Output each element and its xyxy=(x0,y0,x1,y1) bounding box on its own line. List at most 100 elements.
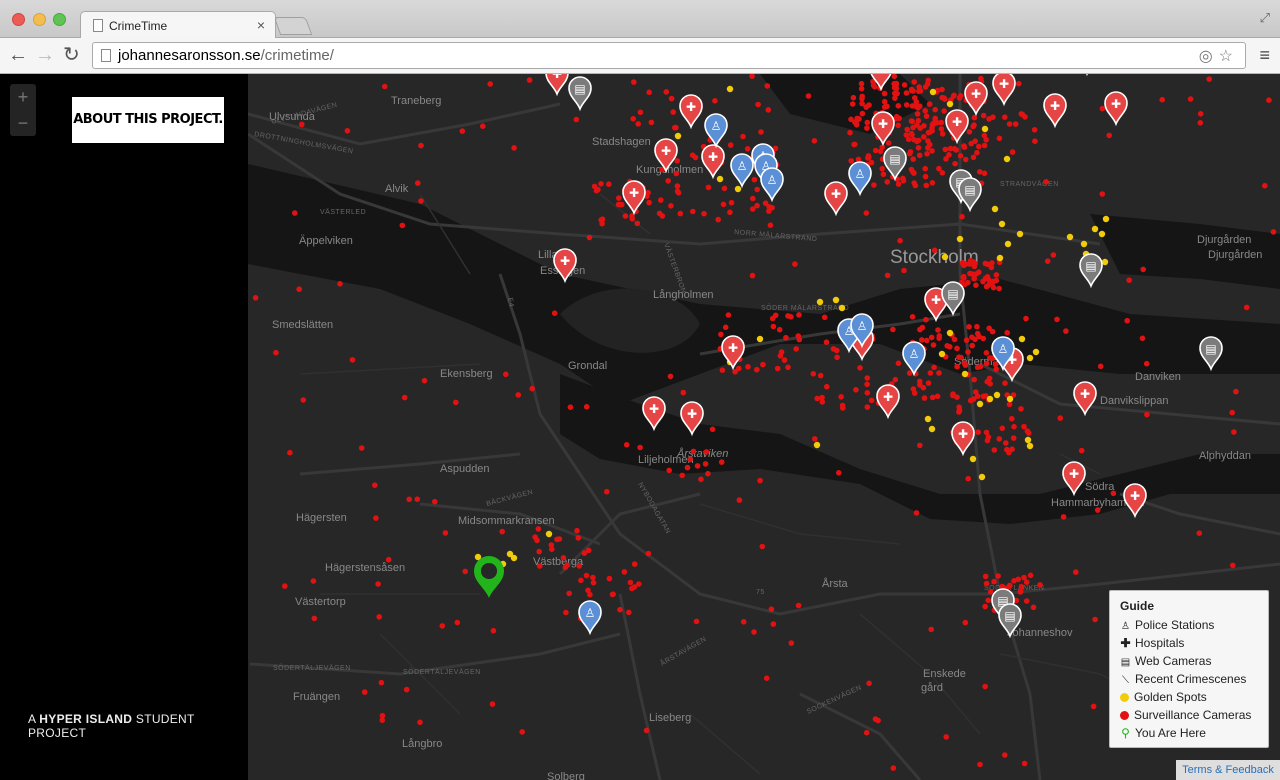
zoom-in-button[interactable]: + xyxy=(10,84,36,110)
surveillance-camera-dot xyxy=(459,128,466,134)
back-icon[interactable]: ← xyxy=(8,44,28,66)
surveillance-camera-dot xyxy=(765,107,772,113)
surveillance-camera-dot xyxy=(991,578,997,585)
surveillance-camera-dot xyxy=(942,146,949,153)
surveillance-camera-dot xyxy=(1044,258,1051,264)
surveillance-camera-dot xyxy=(705,470,711,477)
surveillance-camera-dot xyxy=(462,568,469,575)
surveillance-camera-dot xyxy=(961,262,967,269)
surveillance-camera-dot xyxy=(252,295,259,301)
surveillance-camera-dot xyxy=(924,337,930,344)
svg-text:Södra: Södra xyxy=(1085,481,1115,493)
new-tab-button[interactable] xyxy=(273,17,313,35)
surveillance-camera-dot xyxy=(972,336,978,343)
surveillance-camera-dot xyxy=(551,310,558,316)
sidebar: + − ABOUT THIS PROJECT. A HYPER ISLAND S… xyxy=(0,74,248,780)
surveillance-camera-dot xyxy=(617,606,623,613)
surveillance-camera-dot xyxy=(934,393,941,400)
surveillance-camera-dot xyxy=(793,346,799,352)
surveillance-camera-dot xyxy=(1187,96,1194,102)
surveillance-camera-dot xyxy=(929,394,936,401)
address-bar[interactable]: johannesaronsson.se/crimetime/ ◎☆ xyxy=(92,42,1246,69)
surveillance-camera-dot xyxy=(921,134,927,140)
surveillance-camera-dot xyxy=(864,381,870,388)
golden-spot-dot xyxy=(929,88,937,96)
about-project-button[interactable]: ABOUT THIS PROJECT. xyxy=(72,97,224,143)
surveillance-camera-dot xyxy=(895,103,902,109)
golden-spot-dot xyxy=(1004,240,1012,248)
browser-toolbar: ← → ↻ johannesaronsson.se/crimetime/ ◎☆ … xyxy=(0,38,1280,74)
surveillance-camera-dot xyxy=(648,119,655,126)
surveillance-camera-dot xyxy=(515,392,522,398)
surveillance-camera-dot xyxy=(859,110,866,117)
menu-icon[interactable]: ≡ xyxy=(1259,45,1270,66)
svg-text:▤: ▤ xyxy=(574,82,585,96)
surveillance-camera-dot xyxy=(795,602,802,609)
surveillance-camera-dot xyxy=(349,357,356,363)
surveillance-camera-dot xyxy=(927,129,933,135)
surveillance-camera-dot xyxy=(864,375,870,381)
surveillance-camera-dot xyxy=(951,336,958,343)
svg-text:Hägerstensåsen: Hägerstensåsen xyxy=(325,562,405,574)
browser-tab[interactable]: CrimeTime × xyxy=(80,11,276,39)
golden-spot-dot xyxy=(961,370,969,378)
surveillance-camera-dot xyxy=(996,436,1003,442)
url-text[interactable]: johannesaronsson.se/crimetime/ xyxy=(118,47,334,64)
surveillance-camera-dot xyxy=(810,371,817,377)
surveillance-camera-dot xyxy=(929,180,936,186)
surveillance-camera-dot xyxy=(989,260,995,266)
surveillance-camera-dot xyxy=(943,734,949,740)
close-window-button[interactable] xyxy=(12,13,25,26)
svg-text:✚: ✚ xyxy=(971,87,981,101)
surveillance-camera-dot xyxy=(931,247,938,254)
golden-spot-dot xyxy=(1024,436,1032,444)
surveillance-camera-dot xyxy=(375,581,381,587)
svg-text:Alphyddan: Alphyddan xyxy=(1199,450,1251,462)
location-icon[interactable]: ◎ xyxy=(1199,48,1219,65)
golden-spot-dot xyxy=(978,473,986,481)
surveillance-camera-dot xyxy=(974,149,980,156)
surveillance-camera-dot xyxy=(983,360,990,367)
golden-spot-dot xyxy=(956,235,964,243)
golden-spot-dot xyxy=(924,415,932,423)
svg-text:VÄSTERLED: VÄSTERLED xyxy=(320,208,366,216)
svg-text:Johanneshov: Johanneshov xyxy=(1007,627,1073,639)
surveillance-camera-dot xyxy=(999,425,1006,432)
surveillance-camera-dot xyxy=(788,640,795,646)
surveillance-camera-dot xyxy=(986,325,992,332)
svg-text:✚: ✚ xyxy=(708,150,718,164)
surveillance-camera-dot xyxy=(511,145,517,151)
surveillance-camera-dot xyxy=(668,95,675,102)
surveillance-camera-dot xyxy=(975,429,981,436)
bookmark-star-icon[interactable]: ☆ xyxy=(1219,48,1239,65)
surveillance-camera-dot xyxy=(709,426,716,433)
golden-spot-dot xyxy=(756,335,764,343)
maximize-window-button[interactable] xyxy=(53,13,66,26)
svg-text:✚: ✚ xyxy=(931,293,941,307)
close-tab-icon[interactable]: × xyxy=(257,17,265,33)
svg-text:Årsta: Årsta xyxy=(822,577,849,590)
surveillance-camera-dot xyxy=(965,349,971,355)
surveillance-camera-dot xyxy=(854,115,860,122)
svg-text:Danviken: Danviken xyxy=(1135,371,1181,383)
surveillance-camera-dot xyxy=(1018,111,1025,117)
legend-golden-spots: Golden Spots xyxy=(1120,688,1258,706)
surveillance-camera-dot xyxy=(519,729,525,735)
svg-text:Traneberg: Traneberg xyxy=(391,95,441,107)
minimize-window-button[interactable] xyxy=(33,13,46,26)
surveillance-camera-dot xyxy=(606,181,612,187)
surveillance-camera-dot xyxy=(927,141,933,148)
surveillance-camera-dot xyxy=(1050,252,1057,258)
zoom-out-button[interactable]: − xyxy=(10,110,36,136)
surveillance-camera-dot xyxy=(310,578,317,584)
reload-icon[interactable]: ↻ xyxy=(63,44,80,66)
surveillance-camera-dot xyxy=(378,679,385,686)
surveillance-camera-dot xyxy=(971,275,977,282)
surveillance-camera-dot xyxy=(917,382,923,388)
svg-text:✚: ✚ xyxy=(831,187,841,201)
terms-feedback-link[interactable]: Terms & Feedback xyxy=(1176,760,1280,780)
forward-icon[interactable]: → xyxy=(35,44,55,66)
surveillance-camera-dot xyxy=(954,394,960,401)
surveillance-camera-dot xyxy=(924,151,930,157)
fullscreen-icon[interactable]: ⤢ xyxy=(1260,10,1270,26)
